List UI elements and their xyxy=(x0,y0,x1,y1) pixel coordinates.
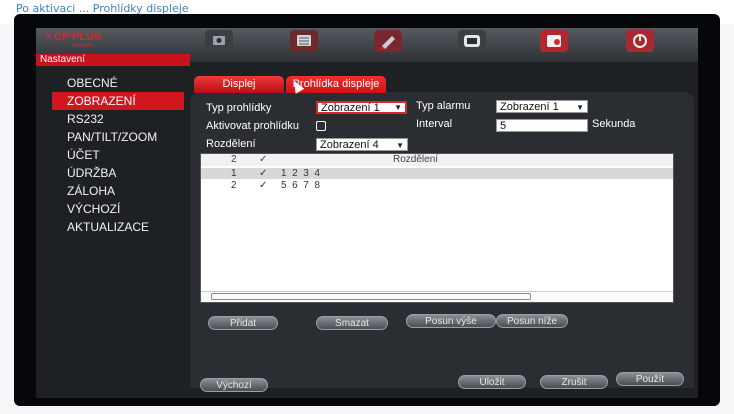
move-down-button[interactable]: Posun níže xyxy=(496,314,568,328)
interval-label: Interval xyxy=(416,118,453,130)
tab-display[interactable]: Displej xyxy=(194,76,284,93)
brand-mark-icon: ✕ xyxy=(44,32,53,43)
row-channels: 1 2 3 4 xyxy=(281,168,320,179)
sidebar-item-display[interactable]: ZOBRAZENÍ xyxy=(52,92,184,110)
horizontal-scrollbar[interactable] xyxy=(201,291,673,302)
row-index: 2 xyxy=(231,180,237,191)
table-header-count: 2 xyxy=(231,154,237,165)
sidebar-item-general[interactable]: OBECNÉ xyxy=(52,74,184,92)
cancel-button[interactable]: Zrušit xyxy=(540,375,608,389)
table-header-check: ✓ xyxy=(259,154,268,165)
split-label: Rozdělení xyxy=(206,138,256,150)
split-value: Zobrazení 4 xyxy=(320,139,379,151)
tour-table[interactable]: 2 ✓ Rozdělení 1 ✓ 1 2 3 4 2 ✓ 5 6 7 8 xyxy=(200,153,674,303)
chevron-down-icon: ▼ xyxy=(396,141,404,150)
sidebar-menu: OBECNÉ ZOBRAZENÍ RS232 PAN/TILT/ZOOM ÚČE… xyxy=(52,74,184,236)
alarm-type-select[interactable]: Zobrazení 1 ▼ xyxy=(496,100,588,113)
enable-tour-label: Aktivovat prohlídku xyxy=(206,120,299,132)
alarm-type-label: Typ alarmu xyxy=(416,100,471,112)
scrollbar-thumb[interactable] xyxy=(211,293,531,300)
sidebar-item-ptz[interactable]: PAN/TILT/ZOOM xyxy=(52,128,184,146)
row-check[interactable]: ✓ xyxy=(259,168,267,179)
split-select[interactable]: Zobrazení 4 ▼ xyxy=(316,138,408,151)
move-up-button[interactable]: Posun výše xyxy=(406,314,496,328)
row-check[interactable]: ✓ xyxy=(259,180,267,191)
network-icon[interactable] xyxy=(290,30,318,52)
delete-button[interactable]: Smazat xyxy=(316,316,388,330)
sidebar-item-rs232[interactable]: RS232 xyxy=(52,110,184,128)
table-row[interactable]: 2 ✓ 5 6 7 8 xyxy=(201,180,673,191)
sidebar-item-default[interactable]: VÝCHOZÍ xyxy=(52,200,184,218)
sidebar-item-backup[interactable]: ZÁLOHA xyxy=(52,182,184,200)
power-icon[interactable] xyxy=(626,30,654,52)
table-row[interactable]: 1 ✓ 1 2 3 4 xyxy=(201,168,673,179)
tour-type-label: Typ prohlídky xyxy=(206,102,272,114)
window-title: Nastavení xyxy=(40,54,86,65)
interval-unit: Sekunda xyxy=(592,118,636,130)
sidebar-item-update[interactable]: AKTUALIZACE xyxy=(52,218,184,236)
table-header: 2 ✓ Rozdělení xyxy=(201,154,673,166)
brand-subtitle: Uvision xyxy=(72,43,92,49)
tour-type-select[interactable]: Zobrazení 1 ▼ xyxy=(316,101,407,114)
settings-pencil-icon[interactable] xyxy=(374,30,402,52)
enable-tour-checkbox[interactable] xyxy=(316,121,326,131)
row-channels: 5 6 7 8 xyxy=(281,180,320,191)
chevron-down-icon: ▼ xyxy=(576,103,584,112)
tour-type-value: Zobrazení 1 xyxy=(321,102,380,114)
display-icon[interactable] xyxy=(458,30,486,52)
brand-name: CP PLUS xyxy=(54,31,102,43)
chevron-down-icon: ▼ xyxy=(394,103,402,112)
sidebar-item-maintenance[interactable]: ÚDRŽBA xyxy=(52,164,184,182)
save-button[interactable]: Uložit xyxy=(458,375,526,389)
sidebar-item-account[interactable]: ÚČET xyxy=(52,146,184,164)
row-index: 1 xyxy=(231,168,237,179)
interval-input[interactable]: 5 xyxy=(496,119,588,132)
window-titlebar: Nastavení xyxy=(36,54,190,66)
table-header-title: Rozdělení xyxy=(393,154,439,165)
camera-icon[interactable] xyxy=(205,30,233,52)
apply-button[interactable]: Použít xyxy=(616,372,684,386)
record-icon[interactable] xyxy=(540,30,568,52)
add-button[interactable]: Přidat xyxy=(208,316,278,330)
brand-logo: ✕ CP PLUS Uvision xyxy=(44,31,114,55)
alarm-type-value: Zobrazení 1 xyxy=(500,101,559,113)
default-button[interactable]: Výchozí xyxy=(200,378,268,392)
